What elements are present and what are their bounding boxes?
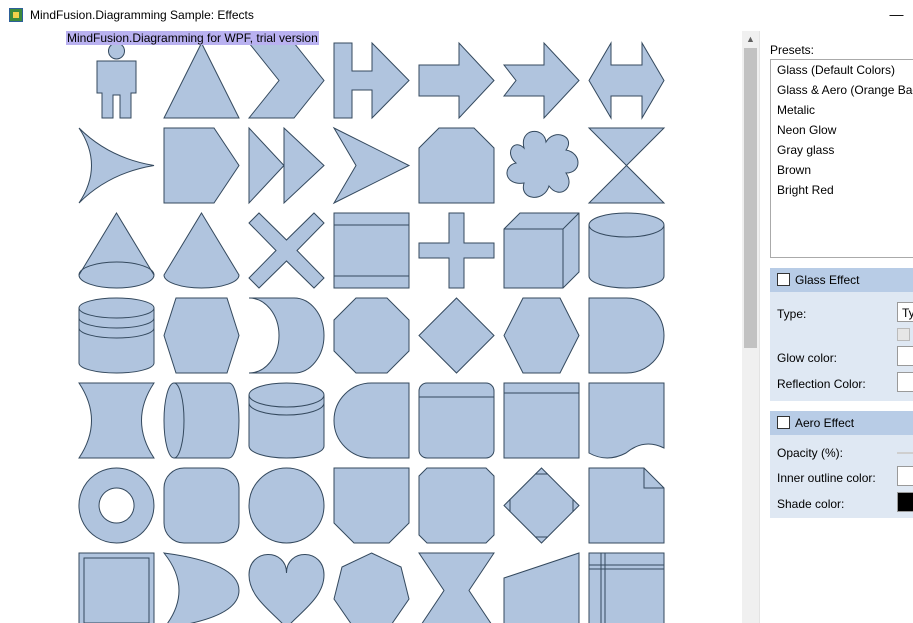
hexagon-wide-shape[interactable]	[163, 297, 240, 374]
hexagon-shape[interactable]	[503, 297, 580, 374]
heart-shape[interactable]	[248, 554, 325, 623]
vertical-scrollbar[interactable]: ▲	[742, 31, 759, 623]
opacity-slider[interactable]	[897, 452, 913, 454]
arrowhead-shape[interactable]	[332, 126, 411, 205]
scroll-up-icon[interactable]: ▲	[742, 31, 759, 48]
arrow-right-notched-shape[interactable]	[502, 41, 580, 120]
type-label: Type:	[777, 307, 807, 321]
cylinder-shape[interactable]	[588, 212, 665, 289]
double-chevron-shape[interactable]	[248, 126, 325, 205]
aero-effect-title: Aero Effect	[795, 416, 855, 430]
disk-shape[interactable]	[248, 382, 325, 459]
stacked-disks-shape[interactable]	[78, 297, 155, 374]
octagon-shape[interactable]	[333, 297, 410, 374]
arrow-right-shape[interactable]	[418, 41, 495, 120]
window-title: MindFusion.Diagramming Sample: Effects	[30, 8, 254, 22]
preset-item[interactable]: Glass & Aero (Orange Background)	[771, 80, 913, 100]
app-icon	[9, 8, 23, 22]
horizontal-cylinder-shape[interactable]	[163, 382, 240, 459]
reflection-color-picker[interactable]	[897, 372, 913, 392]
title-bar: MindFusion.Diagramming Sample: Effects —	[0, 0, 913, 31]
circle-tall-shape[interactable]	[163, 467, 240, 544]
shape-grid[interactable]	[0, 31, 742, 623]
chevron-shape[interactable]	[247, 42, 325, 119]
shield-cut-shape[interactable]	[333, 467, 410, 544]
minimize-button[interactable]: —	[880, 0, 913, 31]
preset-item[interactable]: Glass (Default Colors)	[771, 60, 913, 80]
glass-option-checkbox[interactable]	[897, 328, 910, 341]
d-shape-shape[interactable]	[588, 297, 665, 374]
top-band-box-shape[interactable]	[503, 382, 580, 459]
aero-effect-group: Aero Effect Opacity (%): Inner outline c…	[770, 411, 913, 518]
framed-square-shape[interactable]	[333, 212, 410, 289]
folded-corner-shape[interactable]	[588, 467, 665, 544]
circle-shape[interactable]	[248, 467, 325, 544]
preset-item[interactable]: Gray glass	[771, 140, 913, 160]
glass-effect-checkbox[interactable]	[777, 273, 790, 286]
crescent-open-shape[interactable]	[248, 297, 325, 374]
x-cross-shape[interactable]	[248, 212, 325, 289]
cone-shape[interactable]	[78, 212, 155, 289]
preset-item[interactable]: Bright Red	[771, 180, 913, 200]
trapezoid-shape[interactable]	[503, 552, 580, 623]
glow-color-picker[interactable]	[897, 346, 913, 366]
wavy-document-shape[interactable]	[588, 382, 665, 459]
double-arrow-shape[interactable]	[588, 41, 665, 120]
preset-item[interactable]: Neon Glow	[771, 120, 913, 140]
cube-shape[interactable]	[503, 212, 580, 289]
concave-sides-shape[interactable]	[78, 382, 155, 459]
hourglass-open-shape[interactable]	[418, 552, 495, 623]
type-select-value: Type	[902, 306, 913, 320]
glow-color-label: Glow color:	[777, 351, 838, 365]
shade-color-label: Shade color:	[777, 497, 845, 511]
tab-box-shape[interactable]	[418, 382, 495, 459]
hourglass-shape[interactable]	[587, 127, 666, 204]
glass-effect-header: Glass Effect	[770, 268, 913, 292]
rounded-square-shape[interactable]	[418, 467, 495, 544]
glass-effect-group: Glass Effect Type: Type U Glow color: Re…	[770, 268, 913, 401]
glass-effect-title: Glass Effect	[795, 273, 860, 287]
preset-item[interactable]: Brown	[771, 160, 913, 180]
trial-watermark: MindFusion.Diagramming for WPF, trial ve…	[66, 31, 319, 45]
inner-outline-color-picker[interactable]	[897, 466, 913, 486]
cut-corner-box-shape[interactable]	[418, 127, 495, 204]
shade-color-picker[interactable]	[897, 492, 913, 512]
scroll-thumb[interactable]	[744, 48, 757, 348]
presets-label: Presets:	[770, 43, 815, 57]
preset-item[interactable]: Metalic	[771, 100, 913, 120]
plus-cross-shape[interactable]	[418, 212, 495, 289]
inner-outline-label: Inner outline color:	[777, 471, 876, 485]
reflection-color-label: Reflection Color:	[777, 377, 866, 391]
presets-list[interactable]: Glass (Default Colors) Glass & Aero (Ora…	[770, 59, 913, 258]
type-select[interactable]: Type	[897, 302, 913, 322]
opacity-label: Opacity (%):	[777, 446, 844, 460]
effects-panel: Presets: Glass (Default Colors) Glass & …	[759, 31, 913, 623]
grid-square-shape[interactable]	[588, 552, 665, 623]
h-arrow-shape[interactable]	[333, 41, 410, 120]
diagram-canvas[interactable]: MindFusion.Diagramming for WPF, trial ve…	[0, 31, 742, 623]
aero-effect-checkbox[interactable]	[777, 416, 790, 429]
double-frame-shape[interactable]	[78, 552, 155, 623]
rounded-left-shape[interactable]	[333, 382, 410, 459]
cloud-blob-shape[interactable]	[506, 131, 579, 198]
curved-arrowhead-shape[interactable]	[78, 127, 155, 204]
triangle-shape[interactable]	[163, 41, 240, 119]
pentagon-arrow-shape[interactable]	[163, 127, 240, 204]
moon-shape[interactable]	[162, 552, 240, 623]
diamond-shape[interactable]	[418, 297, 495, 374]
heptagon-shape[interactable]	[333, 552, 410, 623]
actor-shape[interactable]	[96, 42, 137, 119]
donut-shape[interactable]	[78, 467, 155, 544]
cone-simple-shape[interactable]	[163, 212, 240, 289]
diamond-in-square-shape[interactable]	[503, 467, 580, 544]
aero-effect-header: Aero Effect	[770, 411, 913, 435]
